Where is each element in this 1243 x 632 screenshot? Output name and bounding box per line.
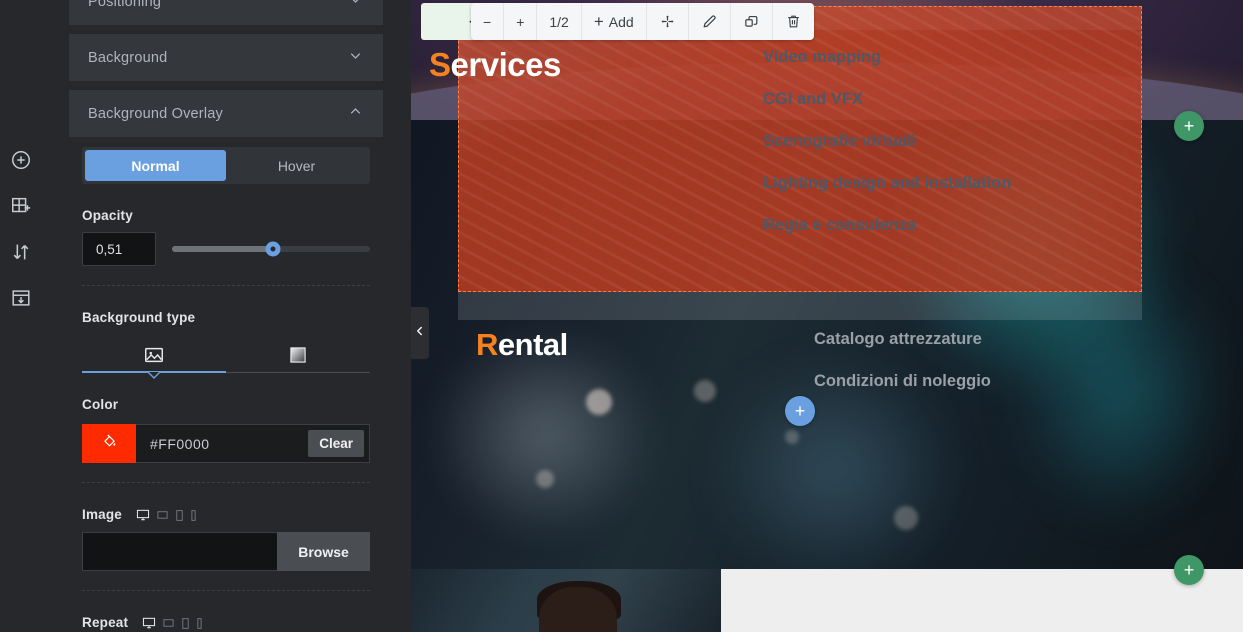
list-item[interactable]: Lighting design and installation <box>763 162 1083 204</box>
rental-band <box>458 292 1142 320</box>
opacity-input[interactable]: 0,51 <box>82 232 156 266</box>
section-toolbar: + − + 1/2 + Add <box>421 0 814 40</box>
color-control: #FF0000 Clear <box>82 424 370 463</box>
laptop-icon[interactable] <box>156 509 169 522</box>
opacity-slider[interactable] <box>172 241 370 257</box>
duplicate-icon[interactable] <box>731 3 773 40</box>
bottom-section <box>411 569 1243 632</box>
background-overlay-body: Normal Hover Opacity 0,51 Background typ… <box>41 147 411 632</box>
browse-button[interactable]: Browse <box>277 532 370 571</box>
repeat-label-row: Repeat <box>82 615 370 630</box>
background-type-label-row: Background type <box>82 310 370 325</box>
list-item[interactable]: Catalogo attrezzature <box>814 318 1144 360</box>
plus-icon: + <box>593 11 604 31</box>
image-input[interactable] <box>82 532 277 571</box>
chevron-down-icon <box>347 47 364 69</box>
tablet-icon[interactable] <box>175 509 184 522</box>
slider-thumb[interactable] <box>265 241 281 257</box>
bottom-white-area <box>721 569 1243 632</box>
add-element-icon[interactable] <box>9 148 33 172</box>
move-icon[interactable] <box>647 3 689 40</box>
list-item[interactable]: Scenografie virtuali <box>763 120 1083 162</box>
services-menu: Video mapping CGI and VFX Scenografie vi… <box>763 36 1083 246</box>
left-icon-rail <box>0 0 41 632</box>
background-type-tabs <box>82 337 370 379</box>
opacity-control: 0,51 <box>82 232 370 266</box>
opacity-label: Opacity <box>82 208 133 223</box>
rental-heading: Rental <box>476 327 568 363</box>
panel-collapse-handle[interactable] <box>411 307 429 359</box>
section-background-title: Background <box>88 49 168 66</box>
tablet-icon[interactable] <box>181 617 190 630</box>
image-device-switcher <box>136 508 197 522</box>
section-background-overlay[interactable]: Background Overlay <box>69 90 383 137</box>
chevron-left-icon <box>414 324 426 342</box>
sort-arrows-icon[interactable] <box>9 240 33 264</box>
mobile-icon[interactable] <box>190 509 197 522</box>
gradient-icon[interactable] <box>226 337 370 373</box>
color-hex-value: #FF0000 <box>150 435 210 452</box>
section-background[interactable]: Background <box>69 34 383 81</box>
slider-fill <box>172 246 273 252</box>
list-item[interactable]: CGI and VFX <box>763 78 1083 120</box>
rental-heading-accent: R <box>476 327 498 362</box>
add-button[interactable]: + Add <box>582 3 647 40</box>
rental-heading-rest: ental <box>497 327 568 362</box>
list-item[interactable]: Condizioni di noleggio <box>814 360 1144 402</box>
section-positioning[interactable]: Positioning <box>69 0 383 25</box>
settings-panel: Positioning Background Background Overla… <box>41 0 411 632</box>
chevron-up-icon <box>347 103 364 125</box>
repeat-label: Repeat <box>82 615 129 630</box>
page-builder-app: Positioning Background Background Overla… <box>0 0 1243 632</box>
color-hex-field[interactable]: #FF0000 Clear <box>136 424 370 463</box>
desktop-icon[interactable] <box>136 508 150 522</box>
divider <box>82 590 370 591</box>
add-label: Add <box>608 13 634 30</box>
bottom-photo <box>411 569 721 632</box>
opacity-label-row: Opacity <box>82 208 370 223</box>
trash-icon[interactable] <box>773 3 814 40</box>
section-background-overlay-title: Background Overlay <box>88 105 223 122</box>
pencil-icon[interactable] <box>689 3 731 40</box>
color-label-row: Color <box>82 397 370 412</box>
list-item[interactable]: Regia e consulenza <box>763 204 1083 246</box>
desktop-icon[interactable] <box>142 616 156 630</box>
add-section-top-right[interactable]: + <box>1174 111 1204 141</box>
tab-normal[interactable]: Normal <box>85 150 226 181</box>
chevron-down-icon <box>347 0 364 13</box>
classic-image-icon[interactable] <box>82 337 226 373</box>
repeat-device-switcher <box>142 616 203 630</box>
image-label: Image <box>82 507 123 522</box>
add-section-center[interactable]: + <box>785 396 815 426</box>
divider <box>82 482 370 483</box>
add-column-button[interactable]: + <box>504 3 538 40</box>
template-icon[interactable] <box>9 286 33 310</box>
toolbar-group: − + 1/2 + Add <box>471 3 814 40</box>
section-positioning-title: Positioning <box>88 0 162 10</box>
image-label-row: Image <box>82 507 370 522</box>
column-ratio-label[interactable]: 1/2 <box>537 3 582 40</box>
remove-column-button[interactable]: − <box>471 3 505 40</box>
services-heading: Services <box>429 46 561 84</box>
list-item[interactable]: Video mapping <box>763 36 1083 78</box>
background-type-label: Background type <box>82 310 196 325</box>
add-section-icon[interactable] <box>9 194 33 218</box>
laptop-icon[interactable] <box>162 617 175 630</box>
rental-menu: Catalogo attrezzature Condizioni di nole… <box>814 318 1144 402</box>
image-control: Browse <box>82 532 370 571</box>
paint-bucket-icon <box>101 433 118 455</box>
clear-color-button[interactable]: Clear <box>308 430 364 457</box>
editor-canvas: Services Video mapping CGI and VFX Sceno… <box>411 0 1243 632</box>
divider <box>82 285 370 286</box>
tab-hover[interactable]: Hover <box>226 150 367 181</box>
services-heading-accent: S <box>429 46 451 83</box>
state-tabs: Normal Hover <box>82 147 370 184</box>
color-swatch[interactable] <box>82 424 136 463</box>
services-heading-rest: ervices <box>450 46 562 83</box>
color-label: Color <box>82 397 119 412</box>
mobile-icon[interactable] <box>196 617 203 630</box>
add-section-bottom-right[interactable]: + <box>1174 555 1204 585</box>
